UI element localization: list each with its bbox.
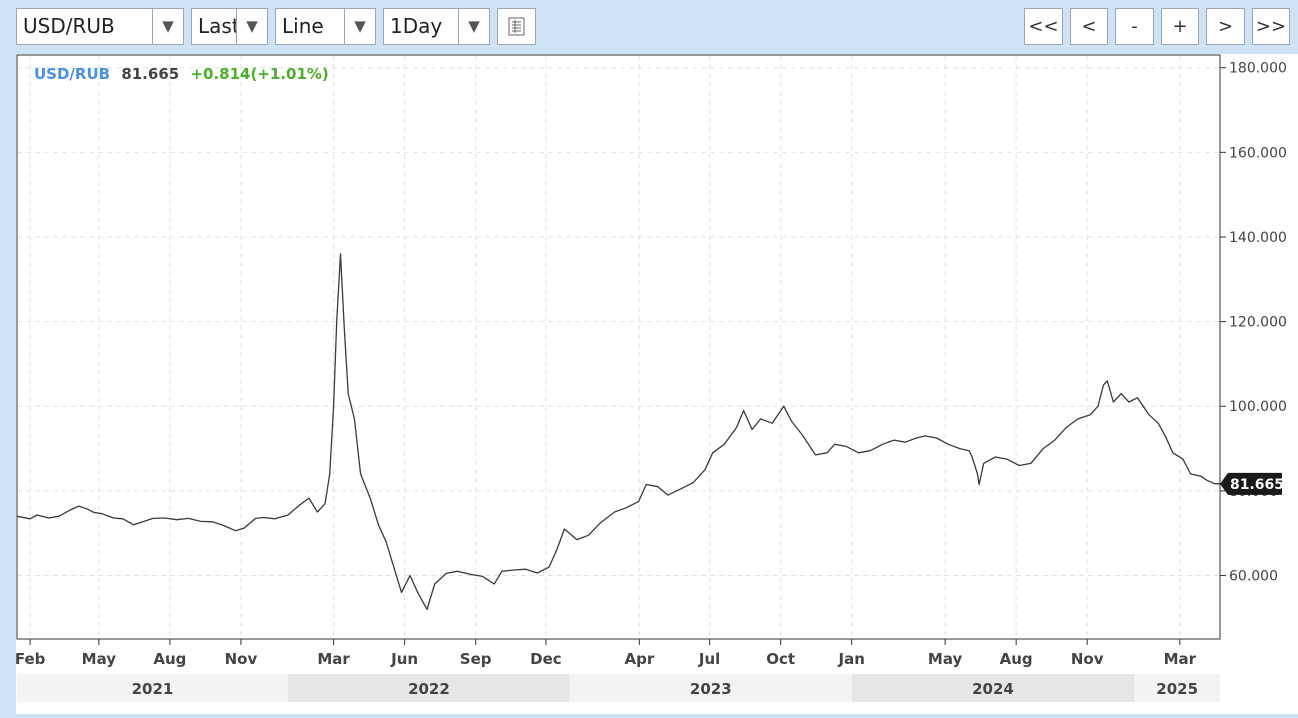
year-label: 2022 [408, 680, 450, 698]
x-tick-label: Nov [1071, 650, 1104, 668]
next-button[interactable]: > [1206, 8, 1245, 45]
interval-value: 1Day [390, 14, 443, 38]
legend-change: +0.814(+1.01%) [190, 65, 328, 83]
first-button[interactable]: << [1024, 8, 1063, 45]
table-icon [508, 17, 525, 36]
year-band: 2021 2022 2023 2024 2025 [17, 674, 1220, 702]
price-type-combo[interactable]: Last ▼ [191, 8, 268, 45]
symbol-combo[interactable]: USD/RUB ▼ [16, 8, 184, 45]
x-tick-label: Sep [460, 650, 492, 668]
x-tick-label: Jun [390, 650, 418, 668]
x-tick-label: May [82, 650, 117, 668]
year-label: 2024 [972, 680, 1014, 698]
plot-border [16, 54, 1221, 640]
zoom-in-button[interactable]: + [1161, 8, 1199, 45]
chevron-down-icon[interactable]: ▼ [344, 9, 375, 44]
x-tick-label: Dec [530, 650, 562, 668]
year-label: 2025 [1156, 680, 1198, 698]
legend-last: 81.665 [121, 65, 179, 83]
x-tick-label: Mar [317, 650, 350, 668]
chart-style-value: Line [282, 14, 324, 38]
y-tick-label: 140.000 [1229, 230, 1287, 246]
last-value-tag: 81.665 [1220, 472, 1284, 495]
chevron-down-icon[interactable]: ▼ [236, 9, 267, 44]
chevron-down-icon[interactable]: ▼ [458, 9, 489, 44]
year-label: 2023 [690, 680, 732, 698]
y-tick-label: 180.000 [1229, 61, 1287, 77]
legend-text: USD/RUB 81.665 +0.814(+1.01%) [34, 65, 329, 83]
y-tick-label: 60.000 [1229, 569, 1278, 585]
y-axis: 60.00080.000100.000120.000140.000160.000… [1220, 61, 1287, 585]
y-tick-label: 100.000 [1229, 399, 1287, 415]
x-tick-label: Feb [16, 650, 46, 668]
chevron-down-icon[interactable]: ▼ [152, 9, 183, 44]
chart-style-combo[interactable]: Line ▼ [275, 8, 376, 45]
price-chart[interactable]: 20212022202320242025 60.00080.000100.000… [15, 54, 1298, 714]
y-tick-label: 160.000 [1229, 145, 1287, 161]
x-tick-label: Nov [225, 650, 258, 668]
x-tick-label: Apr [624, 650, 654, 668]
last-button[interactable]: >> [1252, 8, 1290, 45]
x-tick-label: Jul [698, 650, 720, 668]
price-type-value: Last [198, 14, 240, 38]
x-tick-label: Oct [766, 650, 795, 668]
x-axis: Feb May Aug Nov Mar Jun Sep Dec Apr Jul Oct Jan May A… [15, 639, 1197, 668]
zoom-out-button[interactable]: - [1115, 8, 1154, 45]
grid [17, 55, 1220, 639]
x-tick-label: Aug [153, 650, 186, 668]
x-tick-label: Jan [837, 650, 864, 668]
year-label: 2021 [132, 680, 174, 698]
x-tick-label: Mar [1164, 650, 1197, 668]
x-tick-label: Aug [1000, 650, 1033, 668]
x-tick-label: May [928, 650, 963, 668]
symbol-value: USD/RUB [23, 14, 115, 38]
interval-combo[interactable]: 1Day ▼ [383, 8, 490, 45]
last-value-label: 81.665 [1230, 477, 1284, 493]
y-tick-label: 120.000 [1229, 315, 1287, 331]
prev-button[interactable]: < [1070, 8, 1108, 45]
series-line [16, 253, 1221, 611]
chart-area[interactable]: 20212022202320242025 60.00080.000100.000… [15, 54, 1298, 714]
legend-symbol: USD/RUB [34, 65, 110, 83]
data-table-button[interactable] [497, 8, 536, 45]
